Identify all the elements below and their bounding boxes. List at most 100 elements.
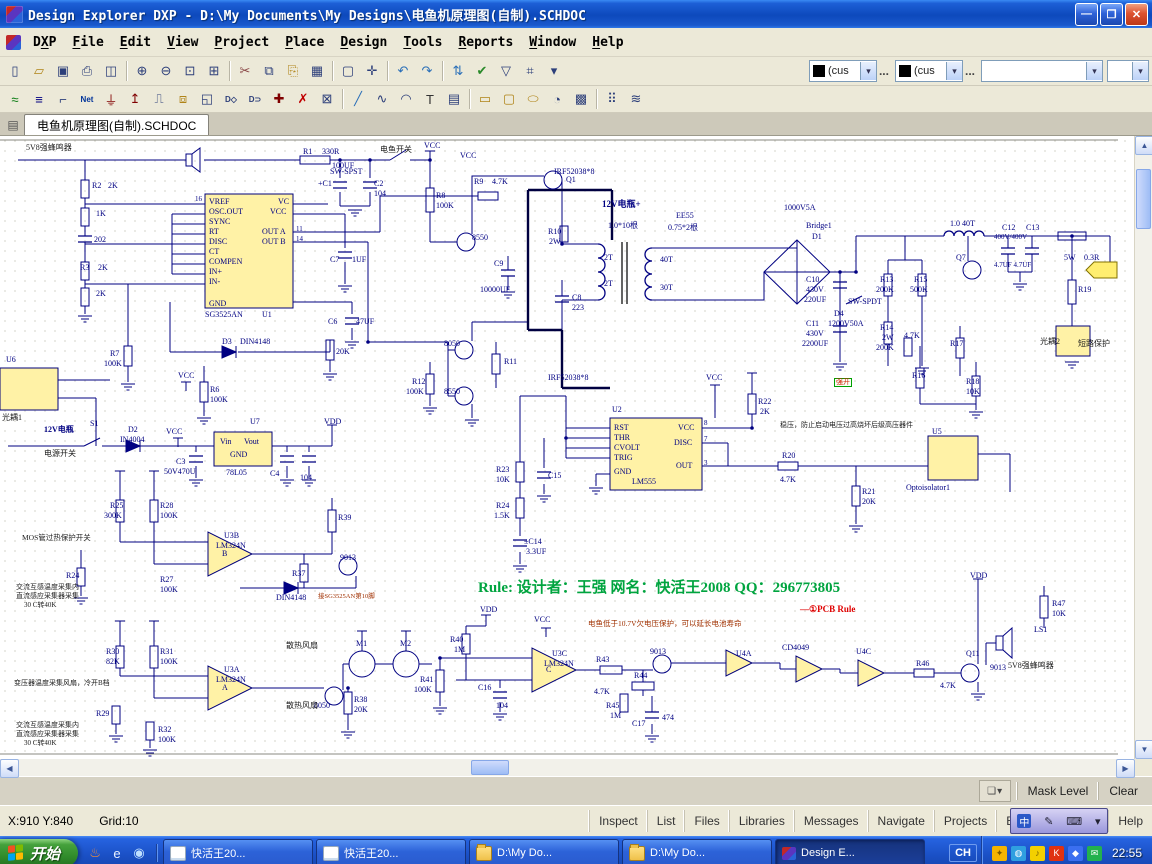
color-combo-1[interactable]: (cus ▾ <box>809 60 877 82</box>
toolbar-grid-settings[interactable]: ⌗ <box>518 60 542 82</box>
selection-combo[interactable]: ▾ <box>981 60 1103 82</box>
toolbar-draw-pie[interactable]: ◔ <box>545 88 569 110</box>
scroll-down-icon[interactable]: ▼ <box>1135 740 1152 759</box>
toolbar-place-bus[interactable]: ≡ <box>27 88 51 110</box>
toolbar-validate[interactable]: ✔ <box>470 60 494 82</box>
toolbar-draw-graphic[interactable]: ▩ <box>569 88 593 110</box>
taskbar-task-5[interactable]: Design E... <box>775 839 925 864</box>
color-combo-2[interactable]: (cus ▾ <box>895 60 963 82</box>
language-bar[interactable]: 中 ✎ ⌨ ▾ <box>1010 808 1108 834</box>
toolbar-draw-arc[interactable]: ◠ <box>394 88 418 110</box>
taskbar-task-3[interactable]: D:\My Do... <box>469 839 619 864</box>
toolbar-place-power-vcc[interactable]: ↥ <box>123 88 147 110</box>
menu-view[interactable]: View <box>159 32 206 53</box>
language-indicator[interactable]: CH <box>949 844 977 862</box>
quicklaunch-ie-icon[interactable]: e <box>108 844 126 862</box>
toolbar-paste[interactable]: ⎘ <box>281 60 305 82</box>
toolbar-place-junction[interactable]: ✚ <box>267 88 291 110</box>
tray-icon-2[interactable]: ◍ <box>1011 846 1026 861</box>
toolbar-place-part[interactable]: ⎍ <box>147 88 171 110</box>
toolbar-place-device-sheet[interactable]: D◇ <box>219 88 243 110</box>
panel-button-navigate[interactable]: Navigate <box>868 810 934 832</box>
toolbar-draw-rounded-rect[interactable]: ▢ <box>497 88 521 110</box>
toolbar-cut[interactable]: ✂ <box>233 60 257 82</box>
tray-icon-6[interactable]: ✉ <box>1087 846 1102 861</box>
selection-combo-dropdown-icon[interactable]: ▾ <box>1086 62 1102 80</box>
menu-place[interactable]: Place <box>277 32 332 53</box>
menu-window[interactable]: Window <box>521 32 584 53</box>
language-bar-icon-1[interactable]: 中 <box>1017 814 1031 828</box>
toolbar-redo[interactable]: ↷ <box>415 60 439 82</box>
language-bar-icon-2[interactable]: ✎ <box>1044 815 1053 828</box>
toolbar-move-selection[interactable]: ✛ <box>360 60 384 82</box>
toolbar-place-bus-entry[interactable]: ⌐ <box>51 88 75 110</box>
toolbar-place-sheet-entry[interactable]: ◱ <box>195 88 219 110</box>
panel-button-messages[interactable]: Messages <box>794 810 868 832</box>
mask-grid-button[interactable]: ❏▾ <box>979 780 1011 802</box>
tray-icon-1[interactable]: ✦ <box>992 846 1007 861</box>
vertical-scroll-thumb[interactable] <box>1136 169 1151 229</box>
toolbar-place-wire[interactable]: ≈ <box>3 88 27 110</box>
toolbar-place-net-label[interactable]: Net <box>75 88 99 110</box>
menu-file[interactable]: File <box>64 32 111 53</box>
scroll-up-icon[interactable]: ▲ <box>1135 136 1152 155</box>
panel-button-projects[interactable]: Projects <box>934 810 996 832</box>
toolbar-filter[interactable]: ▽ <box>494 60 518 82</box>
toolbar-draw-bezier[interactable]: ∿ <box>370 88 394 110</box>
menu-help[interactable]: Help <box>584 32 631 53</box>
panel-button-files[interactable]: Files <box>684 810 728 832</box>
toolbar-print-preview[interactable]: ◫ <box>99 60 123 82</box>
toolbar-navigate-updown[interactable]: ⇅ <box>446 60 470 82</box>
toolbar-zoom-area[interactable]: ⊡ <box>178 60 202 82</box>
restore-button[interactable]: ❐ <box>1100 3 1123 26</box>
scale-combo[interactable]: ▾ <box>1107 60 1149 82</box>
taskbar-task-1[interactable]: 快活王20... <box>163 839 313 864</box>
taskbar-task-4[interactable]: D:\My Do... <box>622 839 772 864</box>
toolbar-draw-rectangle[interactable]: ▭ <box>473 88 497 110</box>
toolbar-open-document[interactable]: ▱ <box>27 60 51 82</box>
color-more-button-2[interactable]: ... <box>965 64 975 78</box>
document-icon[interactable]: ▤ <box>4 116 22 134</box>
toolbar-paste-array[interactable]: ▦ <box>305 60 329 82</box>
toolbar-place-probe[interactable]: ⊠ <box>315 88 339 110</box>
horizontal-scrollbar[interactable]: ◀ ▶ <box>0 759 1152 776</box>
scroll-left-icon[interactable]: ◀ <box>0 759 19 778</box>
tray-icon-3[interactable]: ♪ <box>1030 846 1045 861</box>
menu-project[interactable]: Project <box>206 32 277 53</box>
vertical-scroll-track[interactable] <box>1135 155 1152 740</box>
horizontal-scroll-thumb[interactable] <box>471 760 509 775</box>
mask-level-button[interactable]: Mask Level <box>1017 782 1099 800</box>
toolbar-select-area[interactable]: ▢ <box>336 60 360 82</box>
panel-button-inspect[interactable]: Inspect <box>589 810 647 832</box>
toolbar-zoom-out[interactable]: ⊖ <box>154 60 178 82</box>
toolbar-paste-array-tool[interactable]: ⠿ <box>600 88 624 110</box>
menu-edit[interactable]: Edit <box>112 32 159 53</box>
tray-icon-5[interactable]: ◆ <box>1068 846 1083 861</box>
toolbar-print[interactable]: ⎙ <box>75 60 99 82</box>
toolbar-zoom-in[interactable]: ⊕ <box>130 60 154 82</box>
toolbar-draw-ellipse[interactable]: ⬭ <box>521 88 545 110</box>
color-combo-2-dropdown-icon[interactable]: ▾ <box>946 62 962 80</box>
language-bar-icon-4[interactable]: ▾ <box>1095 815 1101 828</box>
language-bar-icon-3[interactable]: ⌨ <box>1066 815 1082 828</box>
schematic-canvas[interactable]: 5V8强蜂鸣器R1330R100UF+C1C2104电鱼开关SW-SPSTVCC… <box>0 136 1152 759</box>
toolbar-new-document[interactable]: ▯ <box>3 60 27 82</box>
minimize-button[interactable]: — <box>1075 3 1098 26</box>
toolbar-place-no-erc[interactable]: ✗ <box>291 88 315 110</box>
toolbar-save[interactable]: ▣ <box>51 60 75 82</box>
toolbar-draw-line[interactable]: ╱ <box>346 88 370 110</box>
toolbar-place-power-gnd[interactable]: ⏚ <box>99 88 123 110</box>
quicklaunch-media-icon[interactable]: ◉ <box>130 844 148 862</box>
horizontal-scroll-track[interactable] <box>19 759 1116 776</box>
tab-schdoc[interactable]: 电鱼机原理图(自制).SCHDOC <box>24 114 209 135</box>
toolbar-draw-text-frame[interactable]: ▤ <box>442 88 466 110</box>
menu-dxp[interactable]: DXP <box>25 32 64 53</box>
toolbar-place-sheet-symbol[interactable]: ⧈ <box>171 88 195 110</box>
color-combo-1-dropdown-icon[interactable]: ▾ <box>860 62 876 80</box>
toolbar-align-tools[interactable]: ≋ <box>624 88 648 110</box>
panel-button-list[interactable]: List <box>647 810 685 832</box>
menu-reports[interactable]: Reports <box>450 32 521 53</box>
clear-button[interactable]: Clear <box>1098 782 1148 800</box>
start-button[interactable]: 开始 <box>0 839 78 864</box>
close-button[interactable]: ✕ <box>1125 3 1148 26</box>
